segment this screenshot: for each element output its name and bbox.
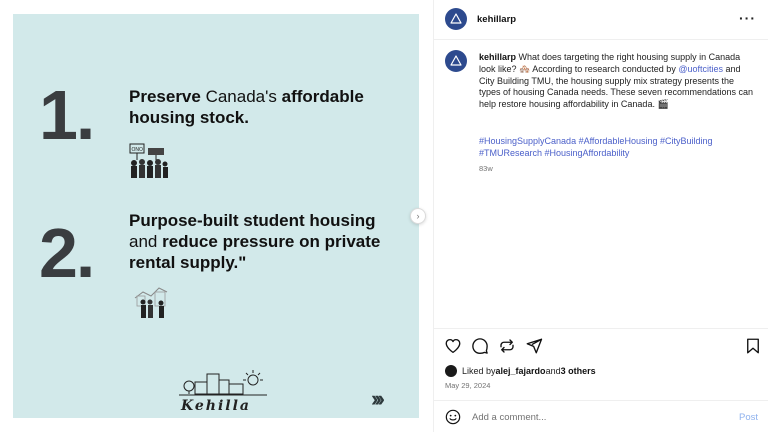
more-horizontal-icon: ··· — [739, 10, 756, 26]
caption-username[interactable]: kehillarp — [479, 52, 516, 62]
liked-mid: and — [545, 366, 561, 376]
comment-input[interactable] — [472, 408, 712, 426]
emoji-icon[interactable] — [445, 409, 461, 425]
liker-avatar[interactable] — [445, 365, 457, 377]
post-comment-button[interactable]: Post — [739, 412, 758, 423]
post-date: May 29, 2024 — [445, 381, 491, 390]
header-username[interactable]: kehillarp — [477, 14, 516, 25]
caption-section: kehillarp What does targeting the right … — [434, 40, 768, 330]
rec2-part-2: and — [129, 232, 163, 251]
post-image: 1. Preserve Canada's affordable housing … — [13, 14, 419, 418]
post-age: 83w — [479, 164, 493, 173]
logo-text: Kehilla — [181, 398, 251, 414]
liked-by-row: Liked by alej_fajardo and 3 others — [445, 365, 596, 377]
heart-icon[interactable] — [444, 337, 462, 355]
mention-link[interactable]: @uoftcities — [678, 64, 723, 74]
liked-prefix: Liked by — [462, 366, 496, 376]
post-header: kehillarp ··· — [434, 0, 768, 40]
rec2-part-3: reduce pressure on private — [162, 232, 381, 251]
repost-icon[interactable] — [498, 337, 516, 355]
bookmark-icon[interactable] — [744, 337, 762, 355]
sign-text: ONO — [132, 147, 144, 153]
triangle-logo-icon — [450, 13, 462, 24]
caption-avatar[interactable] — [445, 50, 467, 72]
more-options-button[interactable]: ··· — [739, 10, 756, 26]
recommendation-2-text: Purpose-built student housing and reduce… — [129, 210, 399, 273]
avatar[interactable] — [445, 8, 467, 30]
rec1-part-2: Canada's — [205, 87, 282, 106]
hashtags-link[interactable]: #HousingSupplyCanada #AffordableHousing … — [479, 136, 755, 160]
caption-text: kehillarp What does targeting the right … — [479, 52, 755, 111]
liked-user-link[interactable]: alej_fajardo — [496, 366, 546, 376]
rec1-part-1: Preserve — [129, 87, 206, 106]
chevron-right-icon: › — [416, 211, 420, 221]
slide-number-1: 1. — [39, 76, 95, 154]
carousel-next-button[interactable]: › — [410, 208, 426, 224]
protest-illustration-icon: ONO — [129, 143, 168, 178]
instagram-post-page: 1. Preserve Canada's affordable housing … — [0, 0, 768, 432]
share-icon[interactable] — [525, 337, 543, 355]
liked-others-link[interactable]: 3 others — [561, 366, 596, 376]
rec2-part-1: Purpose-built student housing — [129, 211, 376, 230]
recommendation-1-text: Preserve Canada's affordable housing sto… — [129, 86, 399, 128]
rec2-part-4: rental supply." — [129, 253, 247, 272]
slide-number-2: 2. — [39, 214, 95, 292]
comment-icon[interactable] — [471, 337, 489, 355]
students-illustration-icon — [134, 287, 168, 318]
triangle-logo-icon — [450, 55, 462, 66]
next-slide-arrows: ››› — [371, 386, 385, 411]
comment-bar: Post — [434, 400, 768, 432]
